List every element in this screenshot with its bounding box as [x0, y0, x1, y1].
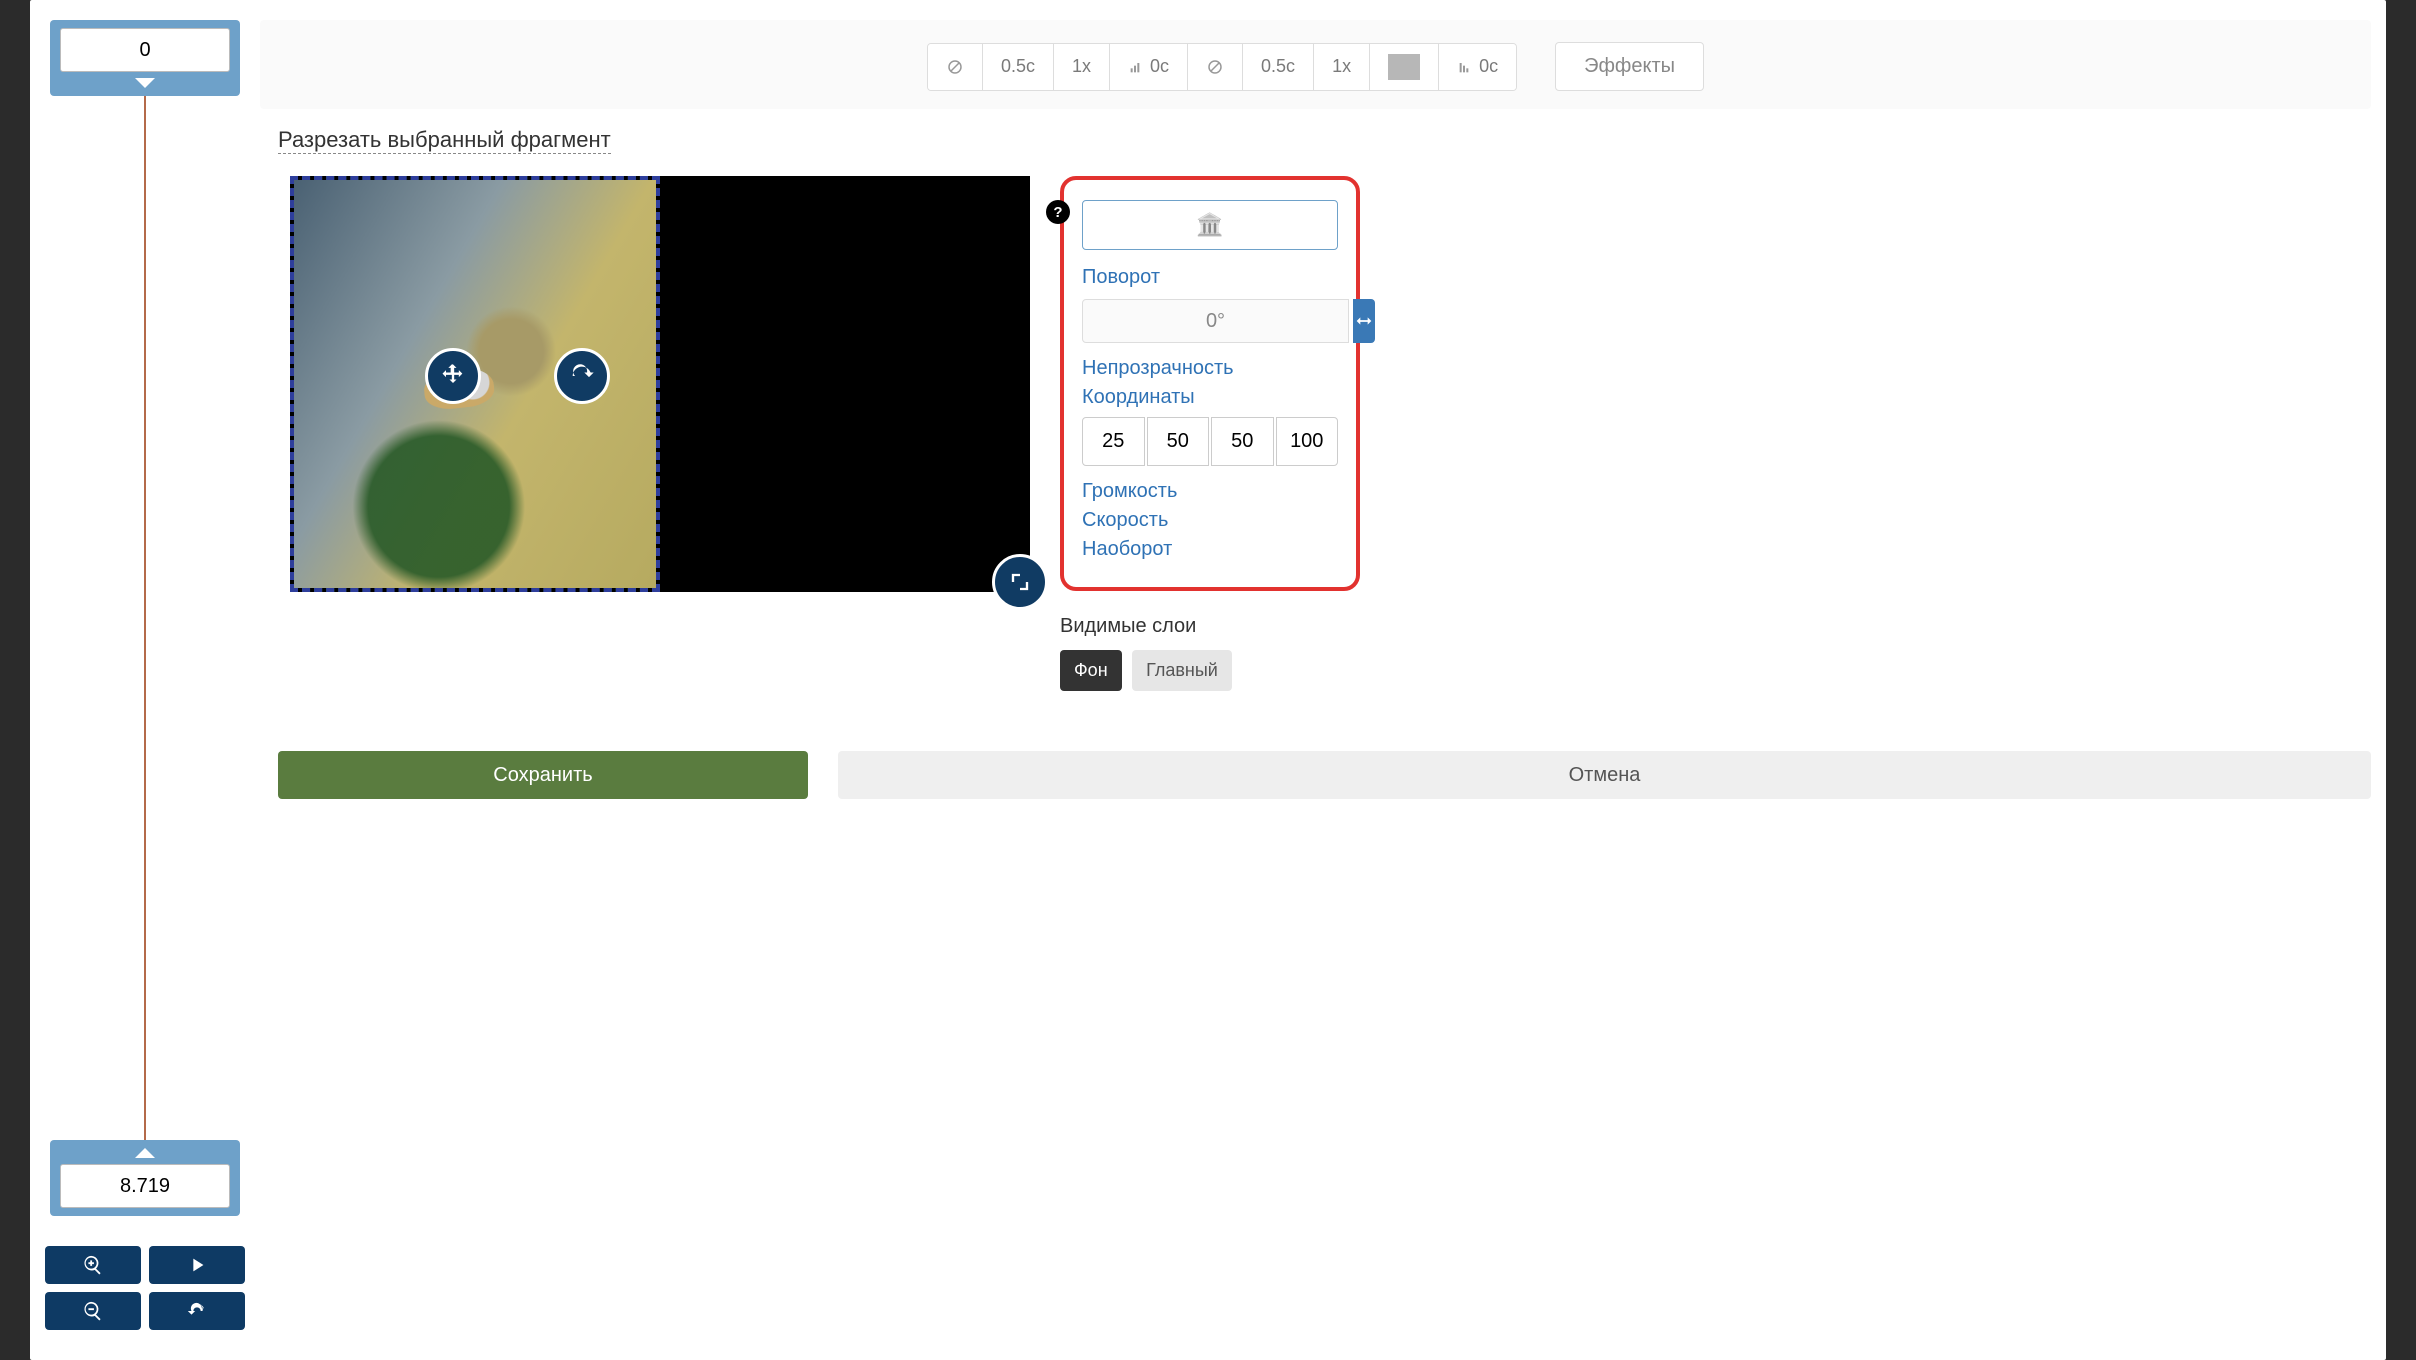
timeline-end-input[interactable]: [60, 1164, 230, 1208]
refresh-icon: [186, 1300, 208, 1322]
properties-wrap: ? 🏛️ Поворот Непрозрачность Координаты: [1060, 176, 1360, 691]
color-swatch-button[interactable]: [1370, 44, 1439, 90]
transition-out-duration[interactable]: 0.5с: [1243, 44, 1314, 90]
flip-horizontal-button[interactable]: [1353, 299, 1375, 343]
cut-fragment-link[interactable]: Разрезать выбранный фрагмент: [278, 127, 611, 154]
action-row: Сохранить Отмена: [260, 751, 2371, 799]
bars-descending-icon: [1457, 59, 1473, 75]
zoom-in-icon: [82, 1254, 104, 1276]
properties-panel: 🏛️ Поворот Непрозрачность Координаты: [1060, 176, 1360, 591]
coords-row: [1082, 417, 1338, 466]
effects-button[interactable]: Эффекты: [1555, 42, 1704, 91]
volume-link[interactable]: Громкость: [1082, 480, 1338, 503]
coord-y1[interactable]: [1147, 417, 1210, 466]
play-icon: [186, 1254, 208, 1276]
coords-label: Координаты: [1082, 386, 1338, 409]
flip-horizontal-icon: [1353, 310, 1375, 332]
layers-title: Видимые слои: [1060, 615, 1360, 638]
transition-in-none[interactable]: [928, 44, 983, 90]
chevron-up-icon: [135, 1148, 155, 1158]
rotate-icon: [568, 362, 596, 390]
ban-icon: [946, 58, 964, 76]
timeline-start-marker[interactable]: [50, 20, 240, 96]
move-icon: [439, 362, 467, 390]
transition-out-none[interactable]: [1188, 44, 1243, 90]
layer-bg-button[interactable]: Фон: [1060, 650, 1122, 691]
toolbar: 0.5с 1x 0с 0.5с 1x 0с Эффекты: [260, 20, 2371, 109]
transition-in-duration[interactable]: 0.5с: [983, 44, 1054, 90]
timeline-column: [45, 20, 245, 1330]
app-frame: 0.5с 1x 0с 0.5с 1x 0с Эффекты Разреза: [30, 0, 2386, 1360]
rotation-input[interactable]: [1082, 299, 1349, 343]
color-swatch: [1388, 54, 1420, 80]
coord-y2[interactable]: [1276, 417, 1339, 466]
clip-thumbnail[interactable]: 🏛️: [1082, 200, 1338, 250]
help-badge[interactable]: ?: [1046, 200, 1070, 224]
move-handle[interactable]: [425, 348, 481, 404]
transition-in-speed[interactable]: 1x: [1054, 44, 1110, 90]
timeline-track[interactable]: [144, 96, 146, 1140]
zoom-in-button[interactable]: [45, 1246, 141, 1284]
thumbnail-icon: 🏛️: [1196, 212, 1223, 238]
video-canvas[interactable]: [290, 176, 1030, 592]
transition-in-bars[interactable]: 0с: [1110, 44, 1188, 90]
canvas-wrap: [290, 176, 1030, 592]
resize-icon: [1006, 568, 1034, 596]
transition-out-bars[interactable]: 0с: [1439, 44, 1516, 90]
zoom-out-button[interactable]: [45, 1292, 141, 1330]
zoom-out-icon: [82, 1300, 104, 1322]
cancel-button[interactable]: Отмена: [838, 751, 2371, 799]
speed-link[interactable]: Скорость: [1082, 509, 1338, 532]
play-button[interactable]: [149, 1246, 245, 1284]
timeline-controls: [45, 1246, 245, 1330]
coord-x1[interactable]: [1082, 417, 1145, 466]
opacity-link[interactable]: Непрозрачность: [1082, 357, 1338, 380]
bars-ascending-icon: [1128, 59, 1144, 75]
transition-out-speed[interactable]: 1x: [1314, 44, 1370, 90]
chevron-down-icon: [135, 78, 155, 88]
coord-x2[interactable]: [1211, 417, 1274, 466]
ban-icon: [1206, 58, 1224, 76]
transition-controls: 0.5с 1x 0с 0.5с 1x 0с: [927, 43, 1517, 91]
layer-main-button[interactable]: Главный: [1132, 650, 1232, 691]
rotation-label: Поворот: [1082, 266, 1338, 289]
save-button[interactable]: Сохранить: [278, 751, 808, 799]
editor-row: ? 🏛️ Поворот Непрозрачность Координаты: [260, 176, 2371, 691]
resize-handle[interactable]: [992, 554, 1048, 610]
main-column: 0.5с 1x 0с 0.5с 1x 0с Эффекты Разреза: [260, 20, 2371, 1330]
reverse-link[interactable]: Наоборот: [1082, 538, 1338, 561]
timeline-start-input[interactable]: [60, 28, 230, 72]
refresh-button[interactable]: [149, 1292, 245, 1330]
rotate-handle[interactable]: [554, 348, 610, 404]
timeline-end-marker[interactable]: [50, 1140, 240, 1216]
